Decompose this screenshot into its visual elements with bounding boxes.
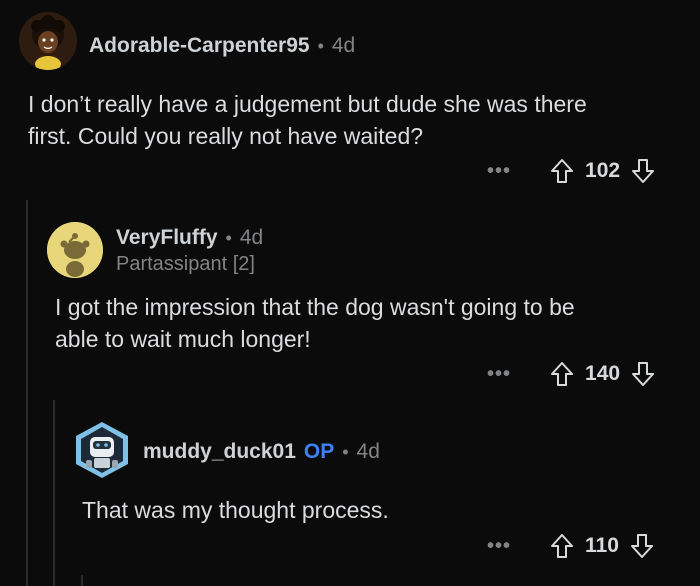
comment-body-line: able to wait much longer! bbox=[55, 326, 311, 352]
comment-body-line: I got the impression that the dog wasn't… bbox=[55, 294, 575, 320]
thread-line-level-1[interactable] bbox=[26, 200, 28, 586]
more-options-button[interactable]: ••• bbox=[487, 535, 511, 558]
more-options-button[interactable]: ••• bbox=[487, 363, 511, 386]
comment-body: I got the impression that the dog wasn't… bbox=[55, 291, 575, 355]
timestamp: 4d bbox=[356, 440, 380, 463]
downvote-icon[interactable] bbox=[630, 158, 656, 184]
upvote-icon[interactable] bbox=[549, 158, 575, 184]
author-name[interactable]: Adorable-Carpenter95 bbox=[89, 34, 310, 58]
separator-dot: • bbox=[225, 227, 232, 248]
user-flair: Partassipant [2] bbox=[116, 253, 255, 275]
comment-header: VeryFluffy • 4d bbox=[116, 226, 263, 250]
vote-score: 102 bbox=[585, 159, 621, 182]
separator-dot: • bbox=[317, 35, 324, 56]
comment-body: That was my thought process. bbox=[82, 494, 389, 526]
downvote-icon[interactable] bbox=[629, 533, 655, 559]
comment-actions: ••• 110 bbox=[487, 533, 655, 559]
author-name[interactable]: VeryFluffy bbox=[116, 226, 218, 250]
comment-body: I don’t really have a judgement but dude… bbox=[28, 88, 587, 152]
more-options-button[interactable]: ••• bbox=[487, 160, 511, 183]
upvote-icon[interactable] bbox=[549, 533, 575, 559]
comment-header: muddy_duck01 OP • 4d bbox=[143, 440, 380, 464]
upvote-icon[interactable] bbox=[549, 361, 575, 387]
comment-actions: ••• 102 bbox=[487, 158, 656, 184]
comment-actions: ••• 140 bbox=[487, 361, 656, 387]
thread-line-level-3[interactable] bbox=[81, 575, 83, 586]
snoo-avatar-icon[interactable] bbox=[47, 222, 103, 278]
timestamp: 4d bbox=[331, 34, 356, 57]
timestamp: 4d bbox=[239, 226, 264, 249]
downvote-icon[interactable] bbox=[630, 361, 656, 387]
vote-score: 140 bbox=[585, 362, 621, 385]
thread-line-level-2[interactable] bbox=[53, 400, 55, 586]
comment-body-line: first. Could you really not have waited? bbox=[28, 123, 424, 149]
separator-dot: • bbox=[342, 441, 349, 462]
op-badge: OP bbox=[303, 440, 335, 463]
comment-body-line: I don’t really have a judgement but dude… bbox=[28, 91, 587, 117]
vote-score: 110 bbox=[585, 534, 619, 557]
author-name[interactable]: muddy_duck01 bbox=[143, 440, 296, 464]
comment-body-line: That was my thought process. bbox=[82, 497, 389, 523]
cartoon-avatar-icon[interactable] bbox=[19, 12, 77, 70]
robot-avatar-icon[interactable] bbox=[72, 420, 132, 480]
comment-header: Adorable-Carpenter95 • 4d bbox=[89, 34, 355, 58]
